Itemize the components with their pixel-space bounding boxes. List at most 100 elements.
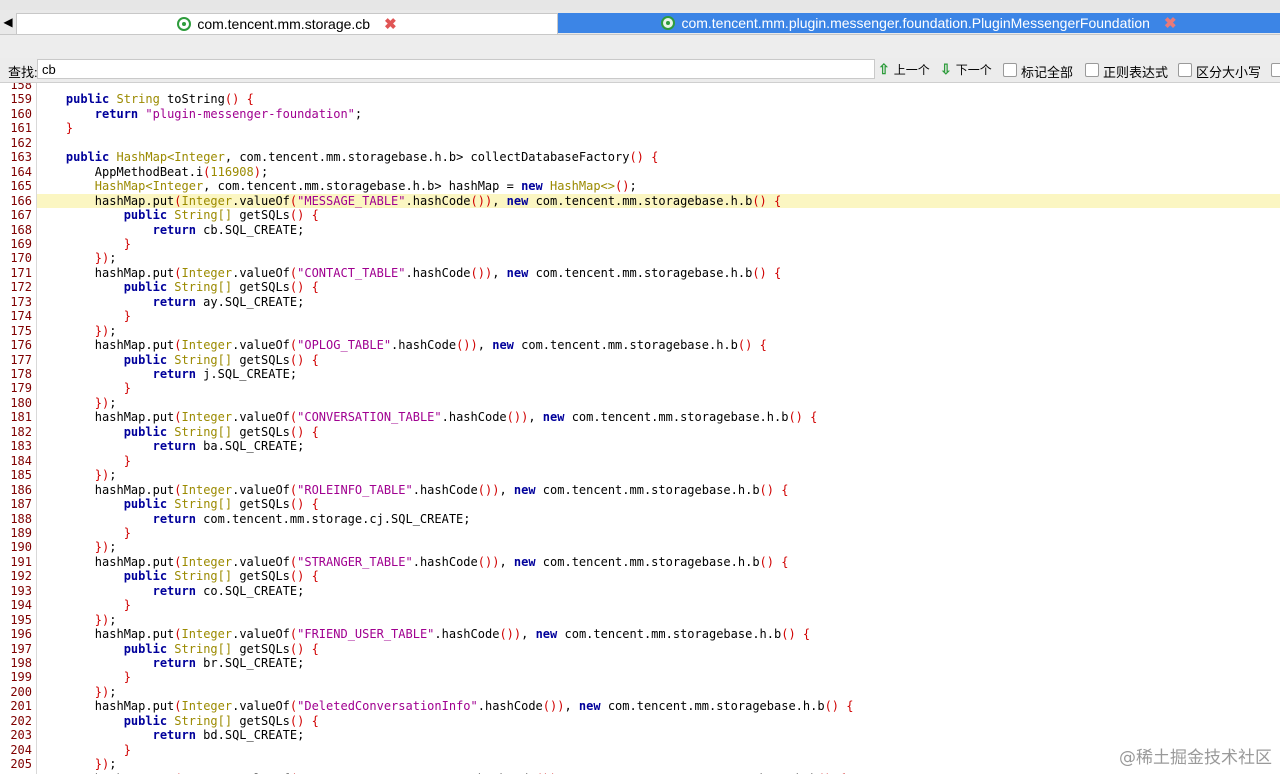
code-line[interactable]: hashMap.put(Integer.valueOf("ROLEINFO_TA… xyxy=(37,483,1280,497)
line-number: 170 xyxy=(10,251,32,266)
code-line[interactable]: public String[] getSQLs() { xyxy=(37,714,1280,728)
mark-all-label: 标记全部 xyxy=(1021,65,1074,80)
close-tab-icon[interactable]: ✖ xyxy=(384,15,397,33)
code-line[interactable]: }); xyxy=(37,685,1280,699)
line-number: 195 xyxy=(10,612,32,627)
line-number: 203 xyxy=(10,728,32,743)
code-line[interactable]: } xyxy=(37,309,1280,323)
tab-scroll-left-icon[interactable]: ◀ xyxy=(0,12,16,32)
line-number: 180 xyxy=(10,395,32,410)
code-line[interactable]: return co.SQL_CREATE; xyxy=(37,584,1280,598)
close-tab-icon[interactable]: ✖ xyxy=(1164,14,1177,32)
code-line[interactable] xyxy=(37,136,1280,150)
code-line[interactable]: }); xyxy=(37,468,1280,482)
code-line[interactable]: }); xyxy=(37,251,1280,265)
line-number: 186 xyxy=(10,482,32,497)
watermark: @稀土掘金技术社区 xyxy=(1119,748,1272,768)
code-line[interactable]: return com.tencent.mm.storage.cj.SQL_CRE… xyxy=(37,512,1280,526)
tab-plugin-messenger-foundation[interactable]: com.tencent.mm.plugin.messenger.foundati… xyxy=(558,13,1280,33)
code-line[interactable]: return "plugin-messenger-foundation"; xyxy=(37,107,1280,121)
line-number: 200 xyxy=(10,684,32,699)
code-line[interactable]: HashMap<Integer, com.tencent.mm.storageb… xyxy=(37,179,1280,193)
find-previous-button[interactable]: ⇧ 上一个 xyxy=(878,61,930,78)
line-number: 196 xyxy=(10,627,32,642)
line-number: 171 xyxy=(10,265,32,280)
line-number: 181 xyxy=(10,410,32,425)
line-number: 165 xyxy=(10,179,32,194)
class-icon xyxy=(177,17,192,31)
code-line[interactable]: } xyxy=(37,237,1280,251)
code-line[interactable]: return j.SQL_CREATE; xyxy=(37,367,1280,381)
line-number-gutter: 158 159 160 161 162 163 164 165 166 167 168 169 170 1… xyxy=(0,83,37,774)
code-line[interactable]: }); xyxy=(37,540,1280,554)
tab-label: com.tencent.mm.storage.cb xyxy=(197,16,371,32)
mark-all-checkbox[interactable] xyxy=(1003,63,1017,77)
line-number: 178 xyxy=(10,367,32,381)
code-line[interactable]: } xyxy=(37,381,1280,395)
code-line[interactable]: public String[] getSQLs() { xyxy=(37,425,1280,439)
code-line[interactable]: } xyxy=(37,598,1280,612)
code-line[interactable]: hashMap.put(Integer.valueOf("OPLOG_TABLE… xyxy=(37,338,1280,352)
find-label: 查找: xyxy=(8,65,38,80)
find-input[interactable] xyxy=(37,59,875,79)
line-number: 164 xyxy=(10,164,32,179)
code-line[interactable]: public String[] getSQLs() { xyxy=(37,642,1280,656)
code-line[interactable]: hashMap.put(Integer.valueOf("MESSAGE_TAB… xyxy=(37,193,1280,209)
line-number: 172 xyxy=(10,280,32,295)
code-line[interactable]: return ay.SQL_CREATE; xyxy=(37,295,1280,309)
code-line[interactable]: hashMap.put(Integer.valueOf("CONVERSATIO… xyxy=(37,410,1280,424)
code-line[interactable]: } xyxy=(37,526,1280,540)
code-line[interactable]: return br.SQL_CREATE; xyxy=(37,656,1280,670)
line-number: 187 xyxy=(10,497,32,512)
line-number: 179 xyxy=(10,381,32,396)
match-case-checkbox[interactable] xyxy=(1178,63,1192,77)
code-line[interactable]: hashMap.put(Integer.valueOf("DeletedConv… xyxy=(37,699,1280,713)
line-number: 158 xyxy=(10,83,32,92)
line-number: 167 xyxy=(10,208,32,223)
code-line[interactable]: return cb.SQL_CREATE; xyxy=(37,223,1280,237)
toolbar-spacer xyxy=(0,35,1280,58)
code-line[interactable]: hashMap.put(Integer.valueOf("STRANGER_TA… xyxy=(37,555,1280,569)
line-number: 163 xyxy=(10,150,32,165)
code-line[interactable]: return ba.SQL_CREATE; xyxy=(37,439,1280,453)
code-editor[interactable]: 158 159 160 161 162 163 164 165 166 167 168 169 170 1… xyxy=(0,83,1280,774)
code-line[interactable]: return bd.SQL_CREATE; xyxy=(37,728,1280,742)
tab-storage-cb[interactable]: com.tencent.mm.storage.cb ✖ xyxy=(16,13,558,34)
line-number: 189 xyxy=(10,525,32,540)
extra-option-checkbox[interactable] xyxy=(1271,63,1280,77)
code-line[interactable]: }); xyxy=(37,757,1280,771)
regex-checkbox[interactable] xyxy=(1085,63,1099,77)
code-line[interactable]: public String[] getSQLs() { xyxy=(37,569,1280,583)
code-line[interactable]: public String[] getSQLs() { xyxy=(37,208,1280,222)
code-line[interactable]: AppMethodBeat.i(116908); xyxy=(37,165,1280,179)
code-line[interactable]: }); xyxy=(37,324,1280,338)
code-line[interactable]: } xyxy=(37,454,1280,468)
code-line[interactable] xyxy=(37,83,1280,92)
line-number: 161 xyxy=(10,121,32,136)
code-line[interactable]: public String[] getSQLs() { xyxy=(37,353,1280,367)
code-line[interactable]: } xyxy=(37,121,1280,135)
code-line[interactable]: }); xyxy=(37,396,1280,410)
line-number: 190 xyxy=(10,540,32,555)
line-number: 184 xyxy=(10,453,32,468)
code-line[interactable]: } xyxy=(37,743,1280,757)
line-number: 193 xyxy=(10,583,32,598)
code-line[interactable]: }); xyxy=(37,613,1280,627)
line-number: 199 xyxy=(10,670,32,685)
code-line[interactable]: public HashMap<Integer, com.tencent.mm.s… xyxy=(37,150,1280,164)
code-line[interactable]: public String[] getSQLs() { xyxy=(37,280,1280,294)
code-line[interactable]: public String[] getSQLs() { xyxy=(37,497,1280,511)
code-line[interactable]: public String toString() { xyxy=(37,92,1280,106)
line-number: 198 xyxy=(10,656,32,670)
find-next-button[interactable]: ⇩ 下一个 xyxy=(940,61,992,78)
line-number: 205 xyxy=(10,757,32,772)
code-line[interactable]: } xyxy=(37,670,1280,684)
line-number: 162 xyxy=(10,135,32,150)
line-number: 185 xyxy=(10,468,32,483)
code-line[interactable]: hashMap.put(Integer.valueOf("FRIEND_USER… xyxy=(37,627,1280,641)
line-number: 169 xyxy=(10,236,32,251)
code-line[interactable]: hashMap.put(Integer.valueOf("CONTACT_TAB… xyxy=(37,266,1280,280)
line-number: 166 xyxy=(10,193,32,208)
find-next-label: 下一个 xyxy=(955,63,992,77)
line-number: 168 xyxy=(10,222,32,237)
